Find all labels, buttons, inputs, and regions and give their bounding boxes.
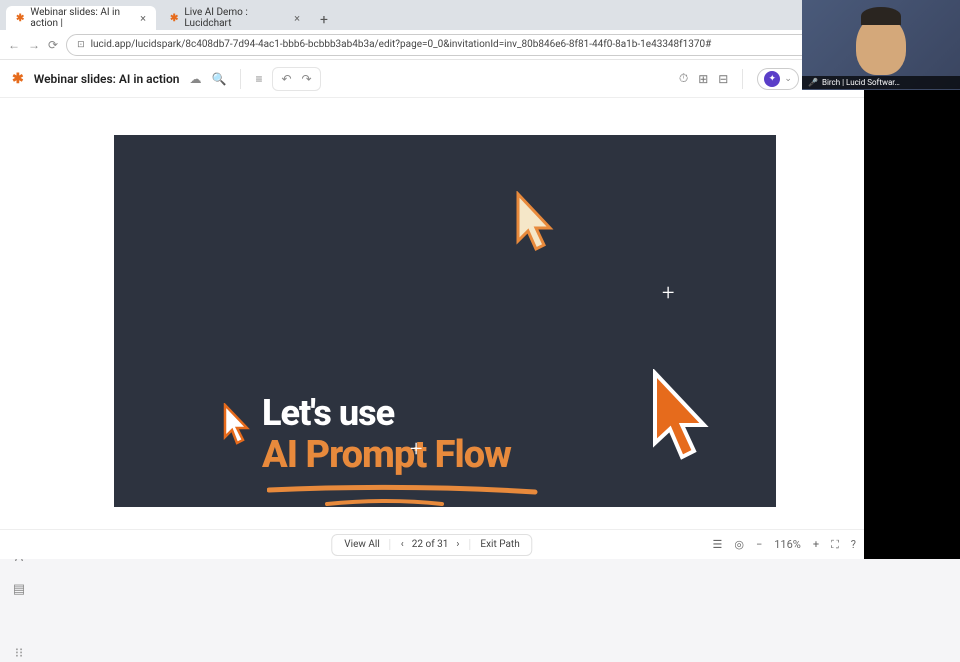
back-icon[interactable]: ← (8, 38, 20, 52)
url-input[interactable]: ⊡ lucid.app/lucidspark/8c408db7-7d94-4ac… (66, 34, 828, 56)
target-icon[interactable]: ◎ (734, 538, 744, 551)
timer-icon[interactable]: ⏱ (679, 71, 688, 86)
forward-icon[interactable]: → (28, 38, 40, 52)
next-page-icon[interactable]: › (456, 539, 459, 550)
plus-decoration: + (410, 437, 422, 462)
chevron-down-icon: ⌄ (784, 74, 792, 84)
site-info-icon[interactable]: ⊡ (77, 40, 85, 50)
divider (240, 69, 241, 89)
slide-canvas[interactable]: Let's use AI Prompt Flow + + (114, 135, 776, 507)
slide-heading-line1: Let's use (262, 392, 394, 434)
close-icon[interactable]: × (140, 12, 146, 25)
lucid-icon: ✱ (170, 13, 178, 24)
underline-decoration (267, 482, 547, 512)
bottom-bar: View All ‹ 22 of 31 › Exit Path ☰ ◎ − 11… (0, 529, 864, 559)
feed-icon[interactable]: ⊟ (718, 72, 728, 86)
exit-path-button[interactable]: Exit Path (469, 539, 529, 550)
reload-icon[interactable]: ⟳ (48, 38, 58, 52)
close-icon[interactable]: × (294, 12, 300, 25)
activity-icon[interactable]: ⊞ (698, 72, 708, 86)
menu-icon[interactable]: ≡ (255, 72, 262, 86)
cursor-graphic-large-orange (650, 369, 710, 461)
view-all-button[interactable]: View All (334, 539, 390, 550)
ai-icon: ✦ (764, 71, 780, 87)
page-status: 22 of 31 (412, 539, 449, 550)
more-icon[interactable]: ⁝⁝ (8, 644, 30, 662)
list-icon[interactable]: ☰ (712, 538, 722, 551)
prev-page-icon[interactable]: ‹ (401, 539, 404, 550)
new-tab-button[interactable]: + (314, 10, 334, 30)
tab-title: Live AI Demo : Lucidchart (184, 7, 288, 29)
presenter-name-bar: 🎤 Birch | Lucid Softwar… (802, 76, 960, 89)
presenter-name: Birch | Lucid Softwar… (822, 78, 900, 87)
plus-decoration: + (662, 281, 674, 306)
cloud-sync-icon[interactable]: ☁ (190, 72, 202, 86)
zoom-in-icon[interactable]: + (813, 538, 819, 551)
zoom-controls: ☰ ◎ − 116% + ⛶ ? (712, 538, 856, 552)
cursor-graphic-small (222, 403, 250, 445)
undo-redo-group: ↶ ↷ (272, 67, 320, 91)
zoom-level[interactable]: 116% (774, 538, 801, 551)
slide-heading-line2: AI Prompt Flow (262, 433, 511, 477)
divider (742, 69, 743, 89)
browser-tab-active[interactable]: ✱ Webinar slides: AI in action | × (6, 6, 156, 30)
zoom-out-icon[interactable]: − (756, 538, 762, 551)
document-title[interactable]: Webinar slides: AI in action (34, 72, 180, 86)
lucid-icon: ✱ (16, 13, 24, 24)
redo-icon[interactable]: ↷ (302, 72, 312, 86)
undo-icon[interactable]: ↶ (281, 72, 291, 86)
note-icon[interactable]: ▤ (8, 580, 30, 598)
browser-tab-inactive[interactable]: ✱ Live AI Demo : Lucidchart × (160, 6, 310, 30)
help-icon[interactable]: ? (851, 538, 856, 551)
tab-title: Webinar slides: AI in action | (30, 7, 134, 29)
presenter-face (856, 15, 906, 75)
url-text: lucid.app/lucidspark/8c408db7-7d94-4ac1-… (91, 39, 712, 50)
page-controls: View All ‹ 22 of 31 › Exit Path (331, 534, 532, 556)
ai-button[interactable]: ✦ ⌄ (757, 68, 799, 90)
mic-icon: 🎤 (808, 78, 818, 87)
search-icon[interactable]: 🔍 (212, 72, 227, 86)
lucid-logo-icon[interactable]: ✱ (12, 71, 24, 87)
cursor-graphic-large-white (514, 191, 554, 253)
fullscreen-icon[interactable]: ⛶ (831, 538, 839, 552)
